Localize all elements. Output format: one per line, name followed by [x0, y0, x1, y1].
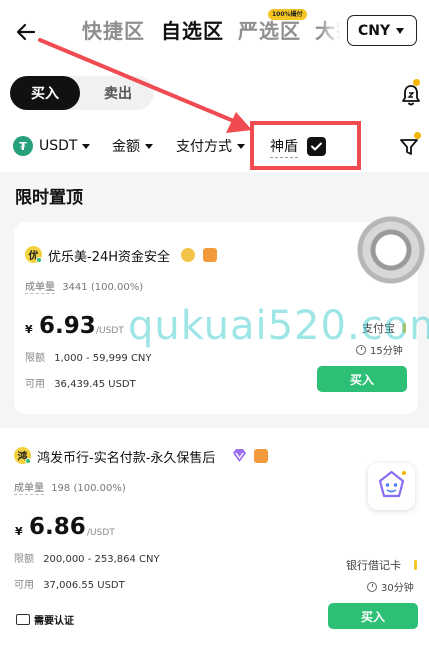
top-navigation: 快捷区 自选区 严选区 100%撮付 大宗 CNY	[0, 0, 429, 62]
tab-self-select-zone[interactable]: 自选区	[161, 15, 224, 44]
clock-icon	[356, 344, 366, 355]
bell-icon[interactable]	[398, 82, 424, 108]
limit-row: 限额 1,000 - 59,999 CNY	[25, 349, 152, 364]
merchant-name[interactable]: 优乐美-24H资金安全	[48, 246, 170, 265]
merchant-shield-icon	[203, 248, 217, 262]
limit-row: 限额 200,000 - 253,864 CNY	[14, 550, 160, 565]
ad-price: 6.93	[39, 313, 96, 339]
buy-toggle-button[interactable]: 买入	[10, 76, 80, 110]
merchant-medal-icon	[181, 248, 195, 262]
merchant-shield-icon	[254, 449, 268, 463]
currency-symbol: ¥	[15, 525, 23, 538]
limit-label: 限额	[25, 353, 45, 364]
filter-active-dot	[414, 132, 421, 139]
order-volume: 成单量 198 (100.00%)	[14, 479, 126, 495]
id-card-icon	[16, 614, 30, 625]
arrow-left-icon[interactable]	[12, 18, 40, 46]
chevron-down-icon	[82, 143, 91, 149]
notification-dot	[413, 79, 420, 86]
floating-action-button[interactable]	[357, 216, 425, 284]
order-volume-label: 成单量	[14, 483, 44, 495]
limit-label: 限额	[14, 554, 34, 565]
currency-label: CNY	[358, 22, 391, 39]
online-status-dot	[25, 458, 31, 464]
buy-button[interactable]: 买入	[328, 603, 418, 629]
tab-fade-overlay	[320, 10, 350, 50]
diamond-badge-icon	[233, 449, 246, 462]
currency-selector[interactable]: CNY	[347, 15, 417, 46]
online-status-dot	[36, 257, 42, 263]
payment-color-bar	[414, 560, 417, 570]
payment-color-bar	[403, 323, 406, 333]
available-row: 可用 37,006.55 USDT	[14, 576, 125, 591]
order-volume: 成单量 3441 (100.00%)	[25, 278, 144, 294]
section-title: 限时置顶	[15, 188, 83, 208]
payment-time: 30分钟	[367, 579, 414, 594]
price-unit: /USDT	[87, 528, 115, 538]
payment-filter-label: 支付方式	[176, 139, 232, 155]
chevron-down-icon	[237, 143, 245, 149]
payment-method: 银行借记卡	[346, 559, 401, 572]
payment-method: 支付宝	[362, 322, 395, 335]
filter-bar: ₮ USDT 金额 支付方式	[0, 128, 429, 168]
verification-label: 需要认证	[34, 616, 74, 627]
merchant-name[interactable]: 鸿发币行-实名付款-永久保售后	[37, 447, 215, 466]
chevron-down-icon	[396, 27, 405, 34]
sell-toggle-button[interactable]: 卖出	[82, 76, 154, 110]
clock-icon	[367, 581, 377, 592]
available-value: 37,006.55 USDT	[43, 580, 125, 591]
robot-icon	[378, 470, 406, 498]
payment-time-value: 30分钟	[381, 583, 414, 594]
buy-button[interactable]: 买入	[317, 366, 407, 392]
order-volume-label: 成单量	[25, 282, 55, 294]
chevron-down-icon	[145, 143, 153, 149]
payment-time: 15分钟	[356, 342, 403, 357]
limit-value: 200,000 - 253,864 CNY	[43, 554, 160, 565]
asset-filter-label: USDT	[39, 138, 78, 154]
tab-quick-zone[interactable]: 快捷区	[82, 15, 145, 44]
assistant-robot-button[interactable]	[368, 463, 415, 510]
amount-filter-label: 金额	[112, 139, 140, 155]
amount-filter[interactable]: 金额	[112, 136, 153, 156]
available-value: 36,439.45 USDT	[54, 379, 136, 390]
usdt-icon: ₮	[13, 136, 33, 156]
limit-value: 1,000 - 59,999 CNY	[54, 353, 152, 364]
payment-filter[interactable]: 支付方式	[176, 136, 245, 156]
strict-zone-badge: 100%撮付	[268, 9, 307, 20]
ad-price: 6.86	[29, 514, 86, 540]
filter-icon[interactable]	[398, 136, 420, 158]
buy-sell-toggle: 买入 卖出	[10, 76, 154, 110]
available-label: 可用	[14, 580, 34, 591]
order-volume-value: 3441 (100.00%)	[62, 282, 144, 293]
payment-time-value: 15分钟	[370, 346, 403, 357]
currency-symbol: ¥	[25, 323, 33, 336]
annotation-highlight-box	[250, 121, 361, 170]
order-volume-value: 198 (100.00%)	[51, 483, 126, 494]
available-row: 可用 36,439.45 USDT	[25, 375, 136, 390]
price-unit: /USDT	[96, 326, 124, 336]
verification-required: 需要认证	[16, 612, 74, 627]
asset-filter[interactable]: ₮ USDT	[13, 136, 91, 156]
available-label: 可用	[25, 379, 45, 390]
